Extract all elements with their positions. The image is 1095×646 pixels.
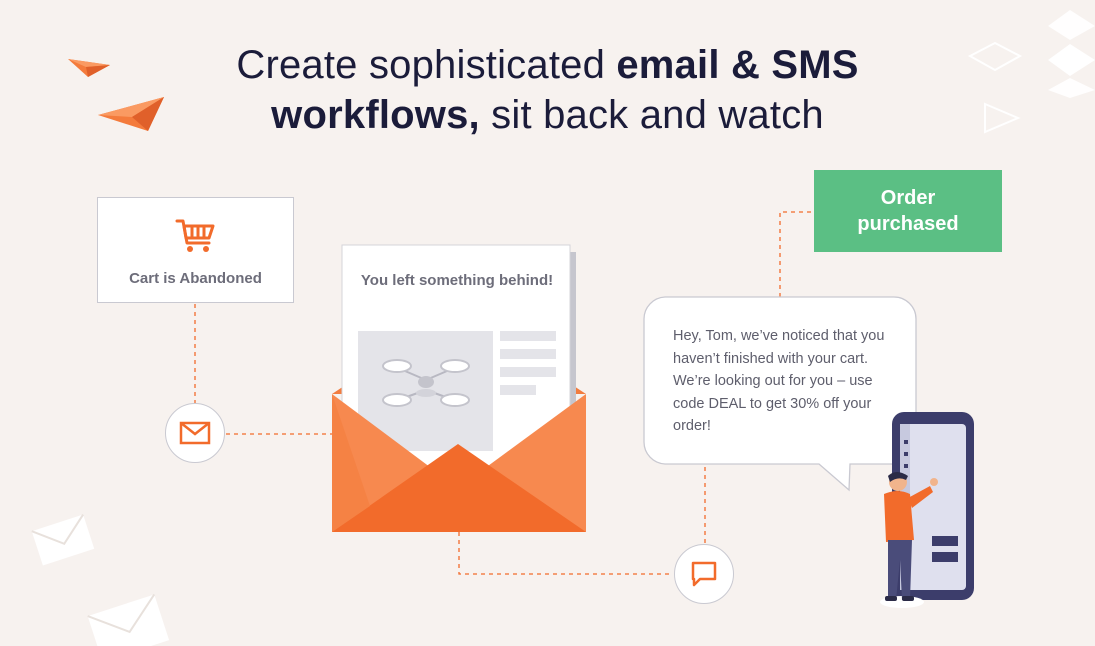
trigger-card-cart-abandoned: Cart is Abandoned: [97, 197, 294, 303]
email-preview-title: You left something behind!: [360, 272, 554, 289]
shopping-cart-icon: [175, 219, 215, 252]
trigger-label: Cart is Abandoned: [129, 270, 262, 287]
email-step-node: [165, 403, 225, 463]
sms-step-node: [674, 544, 734, 604]
sms-message-text: Hey, Tom, we’ve noticed that you haven’t…: [673, 328, 885, 434]
mail-icon: [179, 421, 211, 445]
phone-with-person-illustration: [880, 412, 974, 608]
goal-label: Order purchased: [857, 187, 959, 235]
chat-bubble-icon: [691, 561, 717, 587]
goal-card-order-purchased: Order purchased: [814, 170, 1002, 252]
